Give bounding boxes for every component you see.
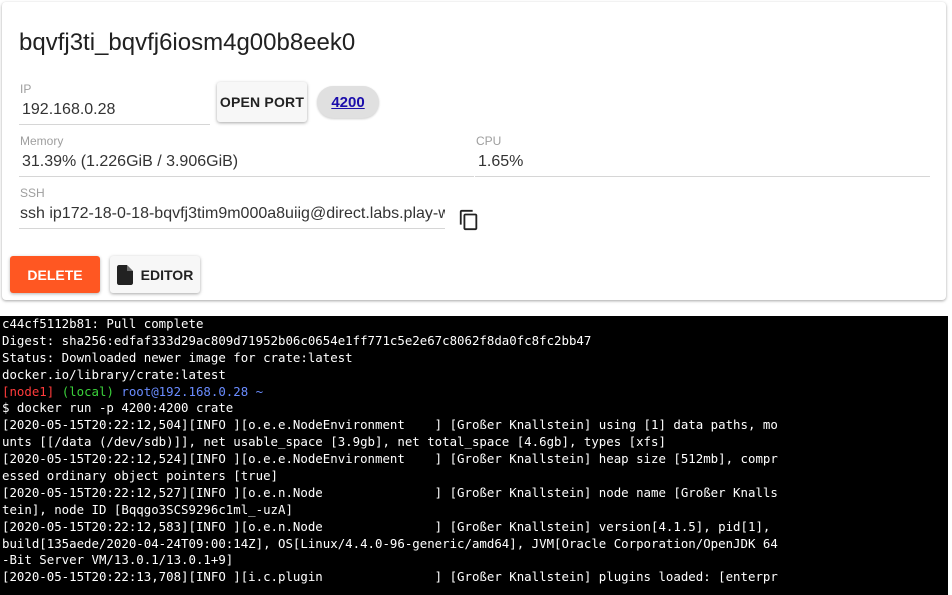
terminal[interactable]: c44cf5112b81: Pull complete Digest: sha25… <box>0 316 948 595</box>
prompt-node: [node1] <box>2 383 55 399</box>
terminal-line: unts [[/data (/dev/sdb)]], net usable_sp… <box>2 434 666 450</box>
terminal-line: c44cf5112b81: Pull complete <box>2 316 204 331</box>
instance-card: bqvfj3ti_bqvfj6iosm4g00b8eek0 IP 192.168… <box>2 2 946 300</box>
terminal-line: -Bit Server VM/13.0.1/13.0.1+9] <box>2 552 234 568</box>
prompt-host: root@192.168.0.28 <box>121 383 249 399</box>
editor-button[interactable]: EDITOR <box>110 256 200 293</box>
terminal-line: build[135aede/2020-04-24T09:00:14Z], OS[… <box>2 535 778 551</box>
cpu-label: CPU <box>476 134 502 148</box>
copy-icon[interactable] <box>458 208 480 232</box>
delete-button[interactable]: DELETE <box>10 256 100 293</box>
terminal-line: Digest: sha256:edfaf333d29ac809d71952b06… <box>2 332 592 348</box>
terminal-line: [2020-05-15T20:22:13,708][INFO ][i.c.plu… <box>2 569 778 585</box>
ssh-label: SSH <box>20 186 45 200</box>
terminal-line: docker.io/library/crate:latest <box>2 366 226 382</box>
port-link-4200[interactable]: 4200 <box>331 94 364 111</box>
open-port-button[interactable]: OPEN PORT <box>217 82 307 122</box>
terminal-line: Status: Downloaded newer image for crate… <box>2 349 353 365</box>
terminal-line: $ docker run -p 4200:4200 crate <box>2 400 234 416</box>
terminal-line: [2020-05-15T20:22:12,527][INFO ][o.e.n.N… <box>2 484 778 500</box>
terminal-line: [2020-05-15T20:22:12,524][INFO ][o.e.e.N… <box>2 451 778 467</box>
terminal-line: [2020-05-15T20:22:12,504][INFO ][o.e.e.N… <box>2 417 778 433</box>
file-icon <box>116 264 133 285</box>
terminal-pre-output: c44cf5112b81: Pull complete Digest: sha25… <box>2 316 948 384</box>
ip-label: IP <box>20 82 32 96</box>
ip-field[interactable]: 192.168.0.28 <box>19 100 210 125</box>
memory-label: Memory <box>20 134 64 148</box>
memory-field[interactable]: 31.39% (1.226GiB / 3.906GiB) <box>19 152 474 177</box>
terminal-prompt: [node1] (local) root@192.168.0.28 ~ <box>2 384 948 401</box>
prompt-path: ~ <box>255 383 264 399</box>
terminal-post-output: $ docker run -p 4200:4200 crate [2020-05-… <box>2 400 948 586</box>
prompt-local: (local) <box>61 383 114 399</box>
terminal-line: [2020-05-15T20:22:12,583][INFO ][o.e.n.N… <box>2 518 771 534</box>
terminal-line: tein], node ID [Bqqgo3SCS9296c1ml_-uzA] <box>2 501 293 517</box>
cpu-field[interactable]: 1.65% <box>475 152 930 177</box>
editor-button-label: EDITOR <box>140 266 194 283</box>
terminal-line: essed ordinary object pointers [true] <box>2 468 279 484</box>
instance-title: bqvfj3ti_bqvfj6iosm4g00b8eek0 <box>19 29 356 56</box>
ssh-field[interactable]: ssh ip172-18-0-18-bqvfj3tim9m000a8uiig@d… <box>19 204 445 229</box>
port-chip: 4200 <box>317 86 379 118</box>
